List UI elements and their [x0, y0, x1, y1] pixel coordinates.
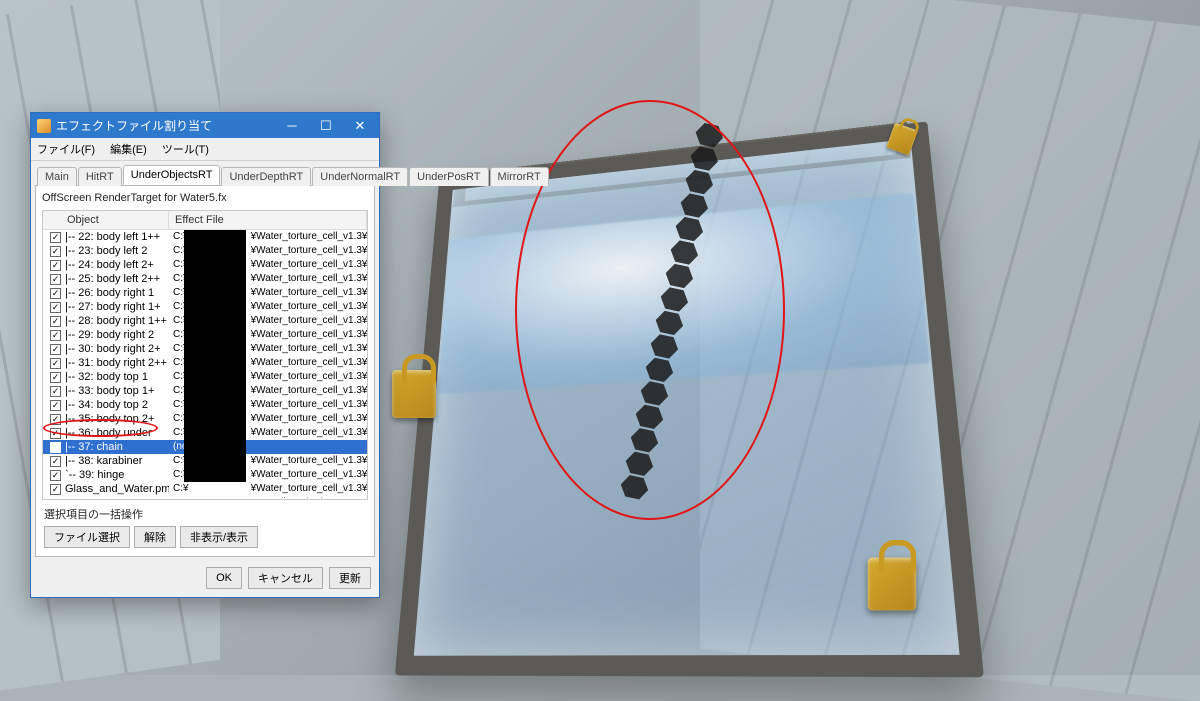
- object-name: ExcellentShadow.x: [61, 496, 169, 498]
- maximize-button[interactable]: ☐: [309, 116, 343, 136]
- render-target-label: OffScreen RenderTarget for Water5.fx: [42, 192, 368, 204]
- object-name: |-- 24: body left 2+: [61, 258, 169, 272]
- checkbox[interactable]: ✓: [50, 246, 61, 257]
- redacted-region: [184, 230, 246, 482]
- tabstrip: MainHitRTUnderObjectsRTUnderDepthRTUnder…: [31, 161, 379, 185]
- padlock-icon: [868, 558, 916, 611]
- checkbox[interactable]: ✓: [50, 428, 61, 439]
- ok-button[interactable]: OK: [206, 567, 242, 589]
- checkbox[interactable]: ✓: [50, 400, 61, 411]
- effect-assign-dialog: エフェクトファイル割り当て ─ ☐ ✕ ファイル(F) 編集(E) ツール(T)…: [30, 112, 380, 598]
- app-icon: [37, 119, 51, 133]
- checkbox[interactable]: ✓: [50, 274, 61, 285]
- update-button[interactable]: 更新: [329, 567, 371, 589]
- checkbox[interactable]: ✓: [50, 260, 61, 271]
- checkbox[interactable]: ✓: [50, 386, 61, 397]
- object-name: |-- 38: karabiner: [61, 454, 169, 468]
- cancel-button[interactable]: キャンセル: [248, 567, 323, 589]
- checkbox[interactable]: ✓: [50, 470, 61, 481]
- object-name: |-- 32: body top 1: [61, 370, 169, 384]
- checkbox[interactable]: ✓: [50, 302, 61, 313]
- checkbox[interactable]: ✓: [50, 316, 61, 327]
- tab-panel: OffScreen RenderTarget for Water5.fx Obj…: [35, 185, 375, 557]
- padlock-icon: [392, 370, 436, 418]
- effect-list[interactable]: Object Effect File ✓|-- 22: body left 1+…: [42, 210, 368, 500]
- bulk-ops-label: 選択項目の一括操作: [44, 506, 366, 522]
- tab-underobjectsrt[interactable]: UnderObjectsRT: [123, 165, 221, 185]
- checkbox[interactable]: ✓: [50, 288, 61, 299]
- checkbox[interactable]: ✓: [50, 232, 61, 243]
- object-name: |-- 27: body right 1+: [61, 300, 169, 314]
- checkbox[interactable]: ✓: [50, 442, 61, 453]
- object-name: Glass_and_Water.pmx: [61, 482, 169, 496]
- menu-edit[interactable]: 編集(E): [110, 144, 147, 156]
- object-name: |-- 25: body left 2++: [61, 272, 169, 286]
- file-select-button[interactable]: ファイル選択: [44, 526, 130, 548]
- titlebar[interactable]: エフェクトファイル割り当て ─ ☐ ✕: [31, 113, 379, 138]
- tab-underdepthrt[interactable]: UnderDepthRT: [221, 167, 311, 186]
- toggle-visible-button[interactable]: 非表示/表示: [180, 526, 258, 548]
- tab-mirrorrt[interactable]: MirrorRT: [490, 167, 549, 186]
- menu-tool[interactable]: ツール(T): [162, 144, 209, 156]
- object-name: |-- 36: body under: [61, 426, 169, 440]
- effect-file: C:¥t¥ExcellentShadow2¥ExcellentSha...: [169, 496, 367, 498]
- checkbox[interactable]: ✓: [50, 330, 61, 341]
- object-name: `-- 39: hinge: [61, 468, 169, 482]
- close-button[interactable]: ✕: [343, 116, 377, 136]
- checkbox[interactable]: ✓: [50, 484, 61, 495]
- effect-file: C:¥¥Water_torture_cell_v1.3¥Water_...: [169, 482, 367, 496]
- tab-hitrt[interactable]: HitRT: [78, 167, 122, 186]
- menu-file[interactable]: ファイル(F): [37, 144, 95, 156]
- column-effect[interactable]: Effect File: [169, 211, 367, 229]
- dialog-footer: OK キャンセル 更新: [31, 561, 379, 597]
- object-name: |-- 28: body right 1++: [61, 314, 169, 328]
- tab-underposrt[interactable]: UnderPosRT: [409, 167, 488, 186]
- object-name: |-- 33: body top 1+: [61, 384, 169, 398]
- checkbox[interactable]: ✓: [50, 414, 61, 425]
- checkbox[interactable]: ✓: [50, 372, 61, 383]
- tab-undernormalrt[interactable]: UnderNormalRT: [312, 167, 408, 186]
- tab-main[interactable]: Main: [37, 167, 77, 186]
- checkbox[interactable]: ✓: [50, 358, 61, 369]
- checkbox[interactable]: ✓: [50, 456, 61, 467]
- object-name: |-- 34: body top 2: [61, 398, 169, 412]
- clear-button[interactable]: 解除: [134, 526, 176, 548]
- list-row[interactable]: ✓Glass_and_Water.pmxC:¥¥Water_torture_ce…: [43, 482, 367, 496]
- menubar: ファイル(F) 編集(E) ツール(T): [31, 138, 379, 161]
- object-name: |-- 29: body right 2: [61, 328, 169, 342]
- object-name: |-- 22: body left 1++: [61, 230, 169, 244]
- object-name: |-- 26: body right 1: [61, 286, 169, 300]
- list-row[interactable]: ✓ExcellentShadow.xC:¥t¥ExcellentShadow2¥…: [43, 496, 367, 498]
- object-name: |-- 35: body top 2+: [61, 412, 169, 426]
- object-name: |-- 31: body right 2++: [61, 356, 169, 370]
- checkbox[interactable]: ✓: [50, 344, 61, 355]
- object-name: |-- 37: chain: [61, 440, 169, 454]
- minimize-button[interactable]: ─: [275, 116, 309, 136]
- list-header: Object Effect File: [43, 211, 367, 230]
- window-title: エフェクトファイル割り当て: [56, 117, 212, 134]
- column-object[interactable]: Object: [61, 211, 169, 229]
- object-name: |-- 30: body right 2+: [61, 342, 169, 356]
- object-name: |-- 23: body left 2: [61, 244, 169, 258]
